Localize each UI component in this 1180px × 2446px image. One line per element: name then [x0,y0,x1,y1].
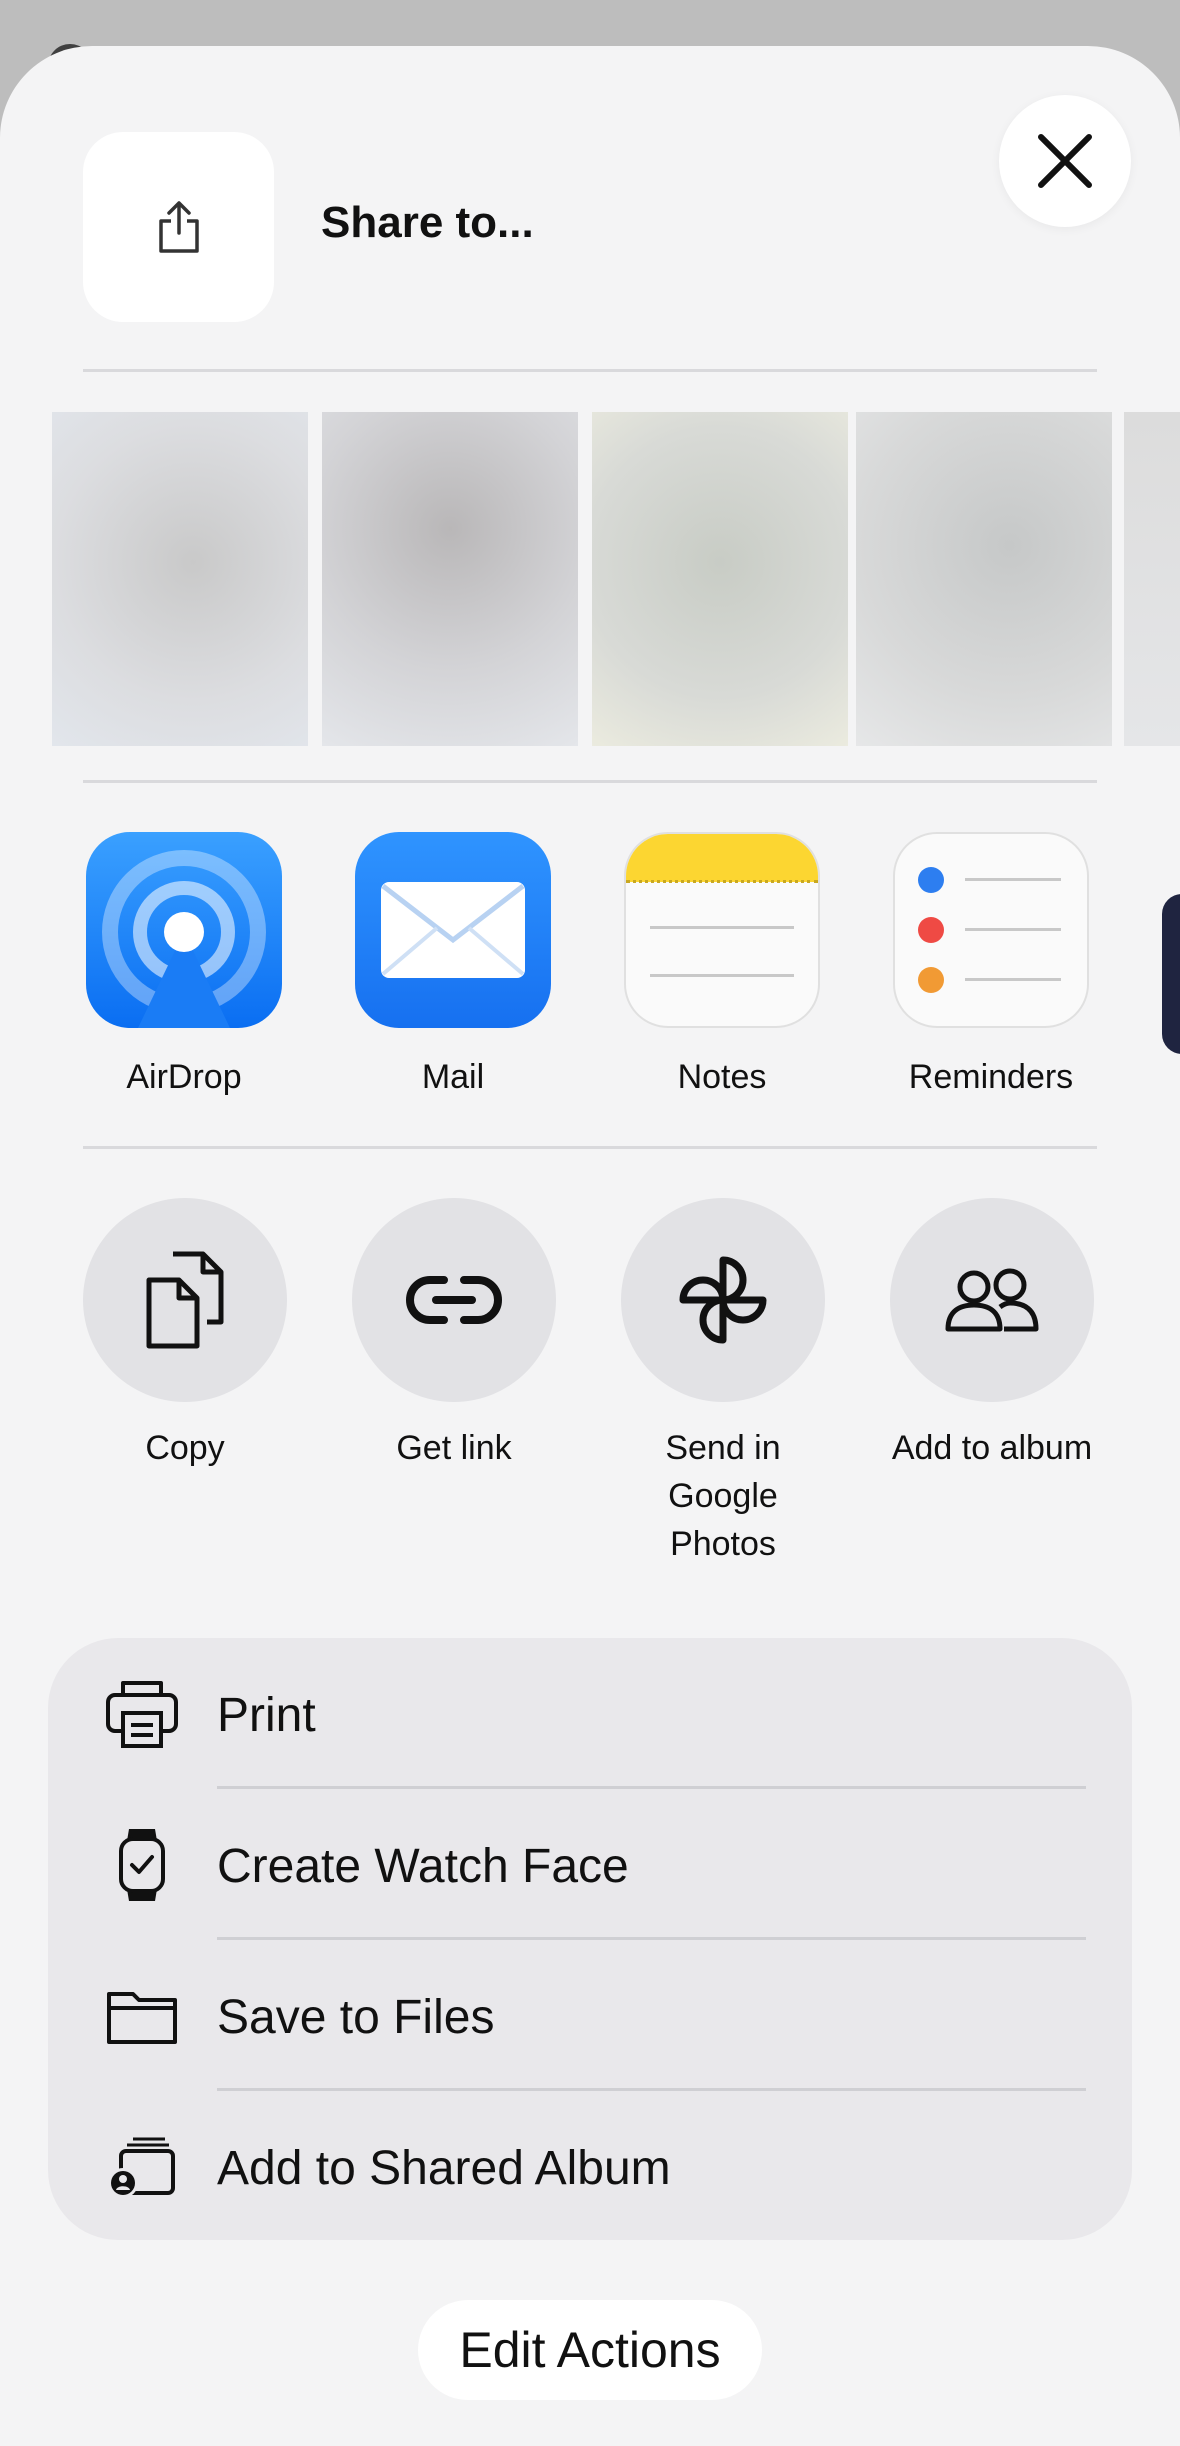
app-label: Mail [421,1058,485,1096]
photo-thumbnail[interactable] [1124,412,1180,746]
close-icon [1038,134,1092,188]
app-mail[interactable]: Mail [353,832,553,1097]
divider [83,780,1097,783]
printer-icon [102,1674,182,1754]
close-button[interactable] [999,95,1131,227]
list-item-label: Save to Files [217,1991,495,2044]
actions-row: Copy Get link Send in Google Photos Add … [0,1198,1180,1578]
share-preview-thumbnail [83,132,274,322]
action-get-link[interactable]: Get link [324,1198,584,1472]
reminders-icon [893,832,1089,1028]
pinwheel-icon [679,1256,767,1344]
photo-thumbnail[interactable] [52,412,308,746]
folder-icon [102,1976,182,2056]
action-send-google-photos[interactable]: Send in Google Photos [593,1198,853,1568]
action-button[interactable] [621,1198,825,1402]
edit-actions-button[interactable]: Edit Actions [418,2300,762,2400]
list-item-add-to-shared-album[interactable]: Add to Shared Album [48,2091,1132,2242]
actions-list: Print Create Watch Face Save to Files Ad… [48,1638,1132,2240]
app-airdrop[interactable]: AirDrop [84,832,284,1097]
action-label: Add to album [891,1429,1093,1467]
action-label: Send in Google Photos [665,1429,781,1563]
list-item-create-watch-face[interactable]: Create Watch Face [48,1789,1132,1940]
action-label: Get link [396,1429,512,1467]
list-item-label: Add to Shared Album [217,2142,671,2195]
link-icon [406,1276,502,1324]
app-notes[interactable]: Notes [622,832,822,1097]
app-label: AirDrop [126,1058,242,1096]
photo-strip[interactable] [52,412,1180,746]
app-label: Notes [677,1058,767,1096]
list-item-label: Print [217,1689,316,1742]
photo-thumbnail[interactable] [592,412,848,746]
app-partial[interactable] [1162,894,1180,1054]
action-button[interactable] [890,1198,1094,1402]
share-sheet-title: Share to... [321,198,534,247]
action-button[interactable] [83,1198,287,1402]
divider [83,1146,1097,1149]
app-reminders[interactable]: Reminders [891,832,1091,1097]
list-item-label: Create Watch Face [217,1840,629,1893]
mail-icon [355,832,551,1028]
notes-icon [624,832,820,1028]
photo-thumbnail[interactable] [322,412,578,746]
app-label: Reminders [908,1058,1074,1096]
list-item-save-to-files[interactable]: Save to Files [48,1940,1132,2091]
shared-album-icon [102,2127,182,2207]
copy-icon [146,1251,224,1349]
airdrop-icon [86,832,282,1028]
share-sheet: Share to... AirDrop Mail Notes Reminders… [0,46,1180,2446]
photo-thumbnail[interactable] [856,412,1112,746]
list-item-print[interactable]: Print [48,1638,1132,1789]
action-button[interactable] [352,1198,556,1402]
action-add-to-album[interactable]: Add to album [862,1198,1122,1472]
share-icon [158,201,199,253]
app-share-row: AirDrop Mail Notes Reminders [0,832,1180,1162]
watch-icon [102,1825,182,1905]
action-copy[interactable]: Copy [55,1198,315,1472]
divider [83,369,1097,372]
action-label: Copy [145,1429,225,1467]
people-icon [945,1268,1039,1332]
